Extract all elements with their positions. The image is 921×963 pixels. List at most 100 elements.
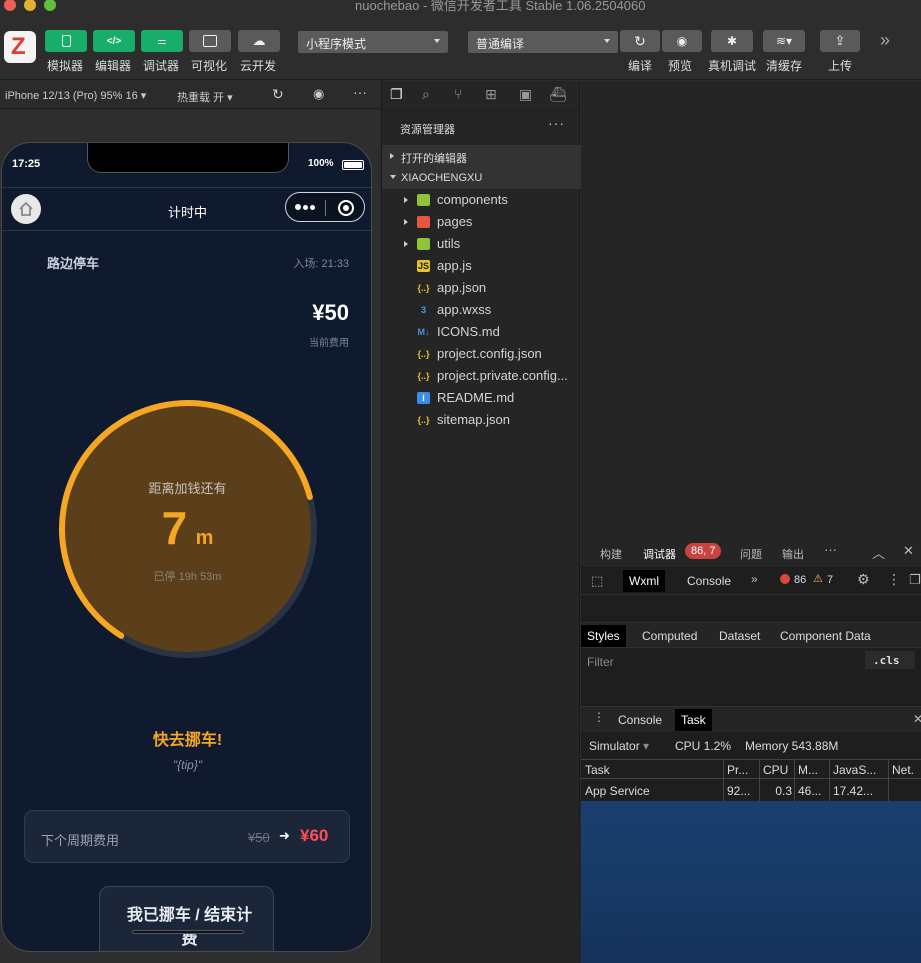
cloud-icon: ☁ bbox=[252, 33, 266, 48]
tab-styles[interactable]: Styles bbox=[581, 625, 626, 647]
more-chevron-icon[interactable]: » bbox=[880, 30, 890, 51]
tab-issues[interactable]: 问题 bbox=[740, 546, 762, 562]
visual-button[interactable] bbox=[189, 30, 231, 52]
file-tree-item[interactable]: i README.md bbox=[382, 387, 581, 409]
drawer-tab-console[interactable]: Console bbox=[612, 709, 668, 731]
rotate-icon[interactable]: ↻ bbox=[272, 86, 284, 103]
issues-badge: 86, 7 bbox=[685, 543, 722, 559]
more-dots-icon[interactable] bbox=[295, 204, 315, 210]
folder-red-icon bbox=[417, 216, 430, 228]
task-cell: 0.3 bbox=[775, 784, 792, 798]
file-tree-item[interactable]: {..} project.private.config... bbox=[382, 365, 581, 387]
inspect-icon[interactable]: ⬚ bbox=[591, 573, 603, 589]
task-row[interactable]: App Service 92... 0.3 46... 17.42... bbox=[581, 781, 921, 801]
close-icon[interactable]: ✕ bbox=[903, 543, 914, 559]
window-title: nuochebao - 微信开发者工具 Stable 1.06.2504060 bbox=[355, 0, 646, 13]
file-tree-item[interactable]: {..} sitemap.json bbox=[382, 409, 581, 431]
upload-icon: ⇪ bbox=[834, 33, 846, 48]
gear-icon[interactable]: ⚙ bbox=[857, 571, 870, 588]
tab-component-data[interactable]: Component Data bbox=[774, 625, 877, 647]
project-section[interactable]: XIAOCHENGXU bbox=[382, 167, 581, 189]
cls-toggle[interactable]: .cls bbox=[865, 651, 915, 669]
explorer-more-icon[interactable]: ··· bbox=[548, 115, 565, 131]
tab-output[interactable]: 输出 bbox=[782, 546, 804, 562]
column-header[interactable]: JavaS... bbox=[833, 763, 886, 777]
column-header[interactable]: Pr... bbox=[727, 763, 757, 777]
close-window-button[interactable] bbox=[4, 0, 16, 11]
file-tree-item[interactable]: 3 app.wxss bbox=[382, 299, 581, 321]
kebab-icon[interactable]: ⋮ bbox=[887, 571, 901, 588]
file-tree-item[interactable]: {..} project.config.json bbox=[382, 343, 581, 365]
file-tree-item[interactable]: {..} app.json bbox=[382, 277, 581, 299]
tab-computed[interactable]: Computed bbox=[636, 625, 703, 647]
compile-mode-value: 普通编译 bbox=[476, 37, 525, 51]
drawer-tab-task[interactable]: Task bbox=[675, 709, 712, 731]
debugger-toggle-button[interactable]: ⚌ bbox=[141, 30, 183, 52]
drawer-menu-icon[interactable]: ⋮ bbox=[593, 710, 605, 724]
docker-icon[interactable]: ⛴ bbox=[549, 86, 567, 103]
stop-icon[interactable]: ◉ bbox=[313, 86, 324, 102]
upload-button[interactable]: ⇪ bbox=[820, 30, 860, 52]
mode-select[interactable]: 小程序模式 bbox=[298, 31, 448, 53]
tab-console[interactable]: Console bbox=[681, 570, 737, 592]
tab-debugger[interactable]: 调试器 bbox=[643, 546, 676, 562]
compile-mode-select[interactable]: 普通编译 bbox=[468, 31, 618, 53]
hot-reload-toggle[interactable]: 热重载 开 ▾ bbox=[177, 89, 233, 105]
more-icon[interactable]: ··· bbox=[353, 84, 367, 100]
simulator-toggle-button[interactable] bbox=[45, 30, 87, 52]
project-avatar[interactable]: Z bbox=[4, 31, 36, 63]
tab-build[interactable]: 构建 bbox=[600, 546, 622, 562]
preview-panel-icon[interactable]: ▣ bbox=[519, 86, 532, 103]
chevron-down-icon bbox=[604, 39, 610, 43]
file-tree-item[interactable]: utils bbox=[382, 233, 581, 255]
tab-wxml[interactable]: Wxml bbox=[623, 570, 665, 592]
column-header[interactable]: Net... bbox=[892, 763, 915, 777]
countdown-label: 距离加钱还有 bbox=[148, 481, 227, 496]
device-debug-button[interactable]: ✱ bbox=[711, 30, 753, 52]
tab-dataset[interactable]: Dataset bbox=[713, 625, 766, 647]
search-icon[interactable]: ⌕ bbox=[422, 86, 430, 103]
clear-cache-button[interactable]: ≋▾ bbox=[763, 30, 805, 52]
drawer-close-icon[interactable]: ✕ bbox=[913, 712, 921, 726]
open-editors-section[interactable]: 打开的编辑器 bbox=[382, 145, 581, 167]
file-tree-item[interactable]: M↓ ICONS.md bbox=[382, 321, 581, 343]
status-battery: 100% bbox=[308, 158, 334, 169]
maximize-window-button[interactable] bbox=[44, 0, 56, 11]
filter-input[interactable]: Filter bbox=[587, 655, 614, 669]
more-tabs-icon[interactable]: ··· bbox=[824, 542, 837, 557]
compile-button[interactable]: ↻ bbox=[620, 30, 660, 52]
cloud-label: 云开发 bbox=[240, 59, 277, 73]
chevron-up-icon[interactable]: ︿ bbox=[872, 543, 885, 562]
cloud-button[interactable]: ☁ bbox=[238, 30, 280, 52]
explorer-title: 资源管理器 bbox=[400, 124, 455, 136]
close-miniprogram-icon[interactable] bbox=[338, 200, 354, 216]
filter-row: Filter .cls bbox=[581, 649, 921, 705]
column-header[interactable]: M... bbox=[798, 763, 827, 777]
more-panels-icon[interactable]: » bbox=[751, 572, 758, 586]
preview-button[interactable]: ◉ bbox=[662, 30, 702, 52]
extensions-icon[interactable]: ⊞ bbox=[485, 86, 497, 103]
phone-icon bbox=[61, 35, 71, 47]
files-icon[interactable]: ❐ bbox=[390, 86, 403, 103]
minimize-window-button[interactable] bbox=[24, 0, 36, 11]
bug-icon: ✱ bbox=[726, 34, 738, 48]
project-label: XIAOCHENGXU bbox=[401, 172, 483, 184]
arrow-right-icon: ➜ bbox=[279, 828, 290, 843]
end-billing-button[interactable]: 我已挪车 / 结束计费 bbox=[99, 886, 274, 951]
column-header[interactable]: CPU bbox=[763, 763, 792, 777]
layers-icon: ≋▾ bbox=[775, 34, 793, 48]
editor-toggle-button[interactable]: </> bbox=[93, 30, 135, 52]
countdown-value: 7 bbox=[161, 502, 188, 554]
column-header[interactable]: Task bbox=[585, 763, 721, 777]
editor-backdrop bbox=[581, 801, 921, 963]
device-select[interactable]: iPhone 12/13 (Pro) 95% 16 ▾ bbox=[5, 89, 146, 102]
file-tree-item[interactable]: components bbox=[382, 189, 581, 211]
git-icon[interactable]: ⑂ bbox=[454, 86, 462, 102]
next-fee-new: ¥60 bbox=[300, 826, 329, 845]
file-tree-item[interactable]: JS app.js bbox=[382, 255, 581, 277]
simulator-select[interactable]: Simulator ▾ bbox=[589, 739, 649, 753]
end-billing-label: 我已挪车 / 结束计费 bbox=[126, 907, 253, 948]
json-icon: {..} bbox=[417, 415, 430, 425]
file-tree-item[interactable]: pages bbox=[382, 211, 581, 233]
dock-icon[interactable]: ❐ bbox=[909, 572, 921, 588]
